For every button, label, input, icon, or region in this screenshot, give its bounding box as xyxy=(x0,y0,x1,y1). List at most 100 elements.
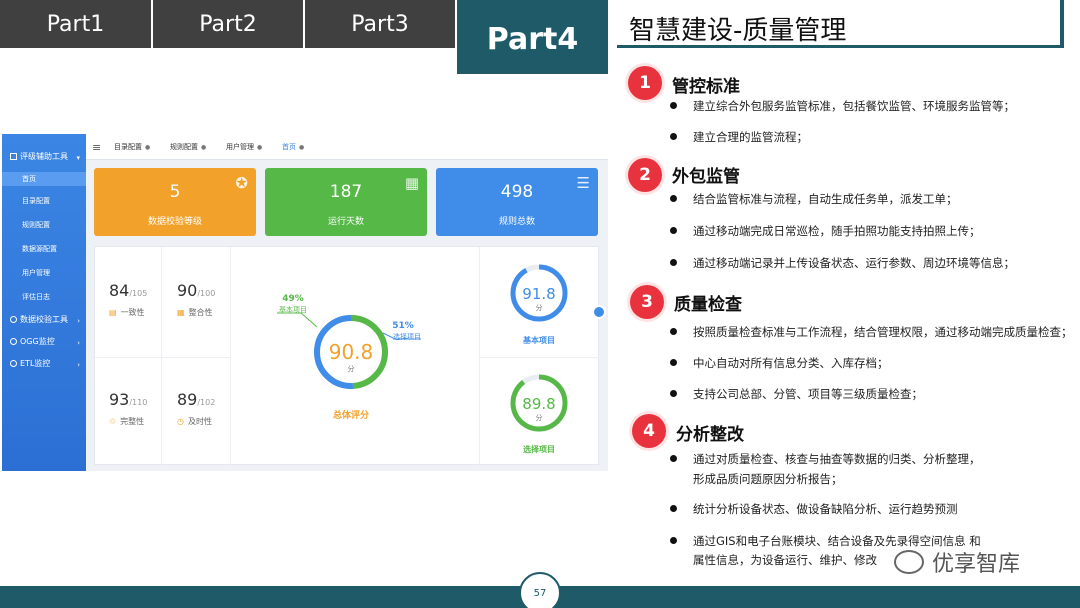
watermark-text: 优享智库 xyxy=(932,552,1021,577)
section-1-title: 管控标准 xyxy=(672,77,740,97)
sidebar-item-log[interactable]: 评估日志 xyxy=(2,292,86,302)
tab-rules[interactable]: 规则配置 ● xyxy=(164,140,212,154)
section-2-badge: 2 xyxy=(628,158,662,192)
tab-part1[interactable]: Part1 xyxy=(0,0,151,48)
bullet-icon xyxy=(670,328,677,335)
bullet-icon xyxy=(670,195,677,202)
scroll-handle-icon[interactable] xyxy=(592,305,606,319)
card-label: 运行天数 xyxy=(327,217,364,227)
optional-score: 89.8 xyxy=(522,395,555,413)
overall-unit: 分 xyxy=(348,364,355,373)
bullet-icon xyxy=(670,133,677,140)
sidebar-item-eval-tools[interactable]: 评级辅助工具 ▾ xyxy=(2,152,86,162)
bullet-icon xyxy=(670,505,677,512)
metric-total: /105 xyxy=(129,289,148,298)
gear-icon xyxy=(10,360,17,367)
sidebar-item-rules[interactable]: 规则配置 xyxy=(2,220,86,230)
card-label: 规则总数 xyxy=(498,217,535,227)
tab-users[interactable]: 用户管理 ● xyxy=(220,140,268,154)
stat-card-days: 187 运行天数 ▦ xyxy=(265,168,427,236)
menu-icon[interactable]: ≡ xyxy=(92,141,101,154)
close-icon[interactable]: ● xyxy=(201,144,206,151)
optional-pct: 51% xyxy=(392,321,414,331)
metric-value: 89/102 xyxy=(177,390,215,409)
section-3-badge: 3 xyxy=(630,285,664,319)
section-2-bullet-1: 结合监管标准与流程，自动生成任务单，派发工单； xyxy=(693,192,958,206)
close-icon[interactable]: ● xyxy=(299,144,304,151)
gear-icon xyxy=(10,316,17,323)
sidebar-item-datasource[interactable]: 数据源配置 xyxy=(2,244,86,254)
metric-total: /110 xyxy=(129,398,148,407)
section-3-bullet-1: 按照质量检查标准与工作流程，结合管理权限，通过移动端完成质量检查； xyxy=(693,325,1073,339)
chevron-right-icon: › xyxy=(77,361,80,369)
bullet-icon xyxy=(670,455,677,462)
basic-pct-label: 基本项目 xyxy=(279,305,307,314)
page-number: 57 xyxy=(519,572,561,608)
metric-score: 93 xyxy=(109,390,130,409)
slide-title: 智慧建设-质量管理 xyxy=(629,16,847,46)
sidebar-item-validation[interactable]: 数据校验工具 › xyxy=(2,315,86,325)
close-icon[interactable]: ● xyxy=(145,144,150,151)
basic-score-ring: 91.8 分 基本项目 89.8 分 选择项目 xyxy=(510,264,568,454)
slide: Part1 Part2 Part3 Part4 智慧建设-质量管理 评级辅助工具… xyxy=(0,0,1080,608)
tab-part3[interactable]: Part3 xyxy=(305,0,455,48)
section-3-title: 质量检查 xyxy=(674,295,742,315)
close-icon[interactable]: ● xyxy=(257,144,262,151)
basic-pct: 49% xyxy=(282,294,304,304)
tab-home[interactable]: 首页 ● xyxy=(276,140,310,154)
folder-icon xyxy=(10,153,17,160)
chevron-right-icon: › xyxy=(77,339,80,347)
section-4-bullet-2: 统计分析设备状态、做设备缺陷分析、运行趋势预测 xyxy=(693,502,958,516)
recycle-icon: ♲ xyxy=(109,417,117,426)
tab-label: 用户管理 xyxy=(226,143,254,151)
gear-icon xyxy=(10,338,17,345)
section-4-title: 分析整改 xyxy=(676,425,744,445)
leader-line xyxy=(277,312,318,328)
metric-total: /102 xyxy=(197,398,216,407)
card-value: 187 xyxy=(329,182,363,202)
tab-part2[interactable]: Part2 xyxy=(153,0,303,48)
sidebar-item-home[interactable]: 首页 xyxy=(2,172,86,186)
chevron-down-icon: ▾ xyxy=(76,154,80,162)
medal-icon: ✪ xyxy=(235,174,248,192)
section-4-badge: 4 xyxy=(632,414,666,448)
basic-label: 基本项目 xyxy=(522,335,555,345)
metric-desc: ◷ 及时性 xyxy=(177,416,212,427)
dashboard-screenshot: 评级辅助工具 ▾ 首页 目录配置 规则配置 数据源配置 用户管理 评估日志 数据校… xyxy=(2,134,608,471)
tab-catalog[interactable]: 目录配置 ● xyxy=(108,140,156,154)
card-label: 数据校验等级 xyxy=(147,217,202,227)
card-value: 5 xyxy=(169,182,181,202)
chevron-right-icon: › xyxy=(77,317,80,325)
sidebar-label: 数据校验工具 xyxy=(20,315,68,324)
database-icon: ☰ xyxy=(576,174,590,192)
sidebar-item-catalog[interactable]: 目录配置 xyxy=(2,196,86,206)
stat-card-level: 5 数据校验等级 ✪ xyxy=(94,168,256,236)
tab-label: 目录配置 xyxy=(114,143,142,151)
metric-desc: ♲ 完整性 xyxy=(109,416,144,427)
score-panel: 84/105 ▤ 一致性 90/100 ▦ 整合性 93/110 ♲ 完整性 89/1… xyxy=(94,246,599,466)
sidebar-label: OGG监控 xyxy=(20,337,55,346)
section-2-bullet-3: 通过移动端记录并上传设备状态、运行参数、周边环境等信息； xyxy=(693,256,1015,270)
dashboard-topbar: ≡ 目录配置 ● 规则配置 ● 用户管理 ● 首页 ● xyxy=(86,134,608,160)
metric-label: 整合性 xyxy=(188,308,213,317)
section-2-title: 外包监管 xyxy=(672,167,740,187)
tab-part4-active[interactable]: Part4 xyxy=(457,0,608,74)
bullet-icon xyxy=(670,390,677,397)
metric-consistency: 84/105 ▤ 一致性 xyxy=(109,281,169,351)
bullet-icon xyxy=(670,537,677,544)
watermark: 优享智库 xyxy=(894,546,1020,578)
wechat-icon xyxy=(894,550,924,574)
metric-total: /100 xyxy=(197,289,216,298)
bullet-icon xyxy=(670,259,677,266)
sidebar-item-etl[interactable]: ETL监控 › xyxy=(2,359,86,369)
basic-score: 91.8 xyxy=(522,285,555,303)
section-1-badge: 1 xyxy=(628,66,662,100)
sidebar-label: 评级辅助工具 xyxy=(20,152,68,161)
overall-label: 总体评分 xyxy=(333,409,369,421)
section-4-bullet-1-cont: 形成品质问题原因分析报告； xyxy=(693,472,843,486)
sidebar-item-users[interactable]: 用户管理 xyxy=(2,268,86,278)
sidebar-item-ogg[interactable]: OGG监控 › xyxy=(2,337,86,347)
card-value: 498 xyxy=(500,182,534,202)
section-4-bullet-3-cont: 属性信息，为设备运行、维护、修改 xyxy=(693,553,877,567)
metric-desc: ▤ 一致性 xyxy=(109,307,145,318)
